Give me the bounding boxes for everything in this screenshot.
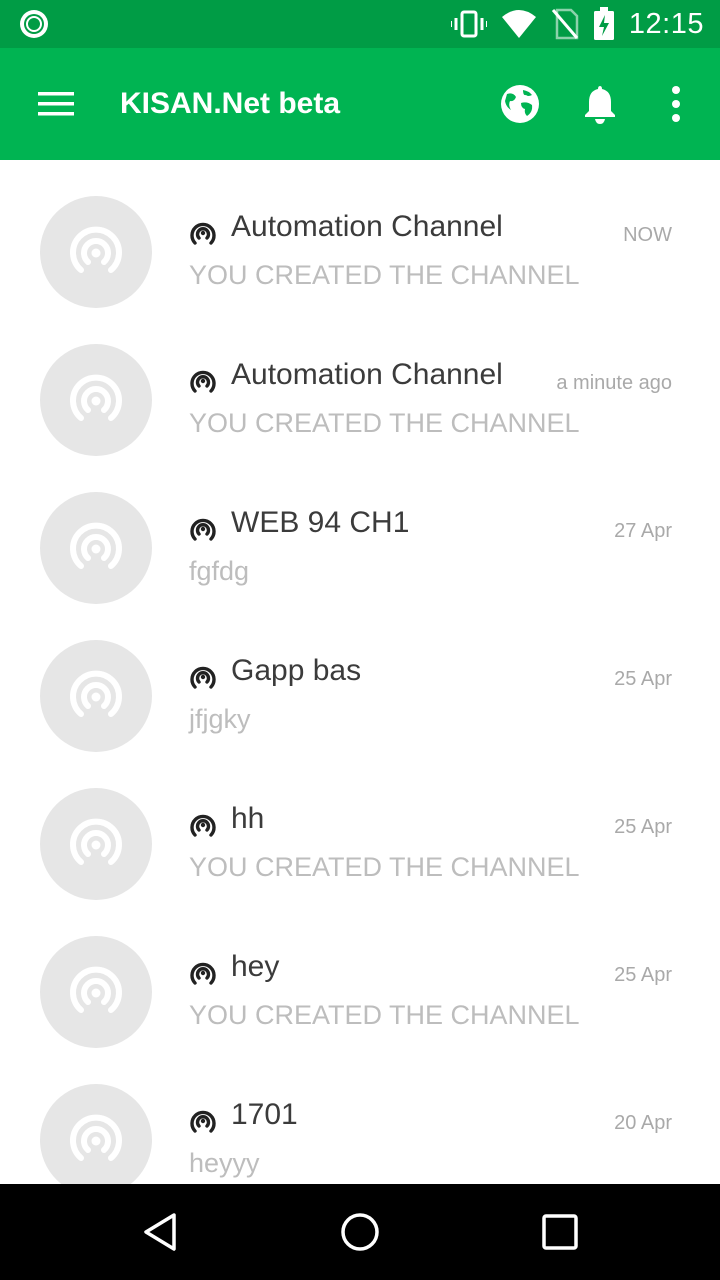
battery-charging-icon [593, 7, 615, 41]
recents-button[interactable] [520, 1204, 600, 1260]
channel-row[interactable]: Automation Channel NOW YOU CREATED THE C… [0, 160, 720, 308]
channel-time: a minute ago [556, 372, 672, 394]
channel-preview: jfjgky [189, 704, 251, 734]
broadcast-avatar-icon [70, 966, 122, 1013]
channel-type-icon [190, 962, 216, 985]
channel-name: WEB 94 CH1 [231, 506, 410, 539]
channel-time: 27 Apr [614, 520, 672, 542]
channel-avatar [40, 344, 152, 456]
channel-time: 25 Apr [614, 668, 672, 690]
channel-type-icon [190, 222, 216, 245]
channel-row[interactable]: Automation Channel a minute ago YOU CREA… [0, 308, 720, 456]
channel-preview: YOU CREATED THE CHANNEL [189, 408, 580, 438]
more-vert-icon [672, 86, 680, 122]
channel-type-icon [190, 814, 216, 837]
channel-row[interactable]: hh 25 Apr YOU CREATED THE CHANNEL [0, 752, 720, 900]
channel-name: Automation Channel [231, 358, 503, 391]
broadcast-avatar-icon [70, 818, 122, 865]
app-bar: KISAN.Net beta [0, 48, 720, 160]
wifi-icon [501, 9, 537, 39]
app-title: KISAN.Net beta [120, 87, 341, 120]
channel-name: Automation Channel [231, 210, 503, 243]
broadcast-avatar-icon [70, 374, 122, 421]
channel-name: hey [231, 950, 280, 983]
broadcast-avatar-icon [70, 522, 122, 569]
broadcast-avatar-icon [70, 226, 122, 273]
broadcast-avatar-icon [70, 670, 122, 717]
channel-preview: fgfdg [189, 556, 250, 586]
status-icons: 12:15 [450, 0, 704, 48]
channel-list[interactable]: Automation Channel NOW YOU CREATED THE C… [0, 160, 720, 1184]
channel-name: hh [231, 802, 265, 835]
status-clock: 12:15 [628, 7, 704, 40]
globe-icon [501, 85, 539, 123]
channel-time: NOW [623, 224, 672, 246]
globe-button[interactable] [492, 76, 548, 132]
overflow-menu-button[interactable] [648, 76, 704, 132]
no-sim-icon [551, 8, 579, 40]
channel-type-icon [190, 1110, 216, 1133]
channel-time: 25 Apr [614, 816, 672, 838]
system-nav-bar [0, 1184, 720, 1280]
status-bar: 12:15 [0, 0, 720, 48]
channel-avatar [40, 936, 152, 1048]
channel-avatar [40, 788, 152, 900]
channel-avatar [40, 640, 152, 752]
channel-type-icon [190, 518, 216, 541]
notifications-button[interactable] [572, 76, 628, 132]
channel-preview: YOU CREATED THE CHANNEL [189, 852, 580, 882]
recents-icon [542, 1214, 578, 1250]
home-icon [341, 1213, 379, 1251]
channel-time: 20 Apr [614, 1112, 672, 1134]
home-button[interactable] [320, 1204, 400, 1260]
channel-preview: heyyy [189, 1148, 260, 1178]
app-notification-icon [18, 8, 50, 40]
channel-preview: YOU CREATED THE CHANNEL [189, 260, 580, 290]
channel-row[interactable]: 1701 20 Apr heyyy [0, 1048, 720, 1184]
menu-icon [38, 92, 74, 116]
channel-preview: YOU CREATED THE CHANNEL [189, 1000, 580, 1030]
channel-name: Gapp bas [231, 654, 362, 687]
menu-button[interactable] [26, 78, 86, 130]
channel-type-icon [190, 370, 216, 393]
channel-name: 1701 [231, 1098, 298, 1131]
channel-row[interactable]: WEB 94 CH1 27 Apr fgfdg [0, 456, 720, 604]
channel-row[interactable]: hey 25 Apr YOU CREATED THE CHANNEL [0, 900, 720, 1048]
broadcast-avatar-icon [70, 1114, 122, 1161]
bell-icon [585, 86, 615, 124]
channel-row[interactable]: Gapp bas 25 Apr jfjgky [0, 604, 720, 752]
back-button[interactable] [120, 1204, 200, 1260]
channel-avatar [40, 196, 152, 308]
channel-avatar [40, 492, 152, 604]
vibrate-icon [450, 9, 487, 39]
back-icon [144, 1213, 176, 1251]
channel-time: 25 Apr [614, 964, 672, 986]
channel-avatar [40, 1084, 152, 1184]
channel-type-icon [190, 666, 216, 689]
